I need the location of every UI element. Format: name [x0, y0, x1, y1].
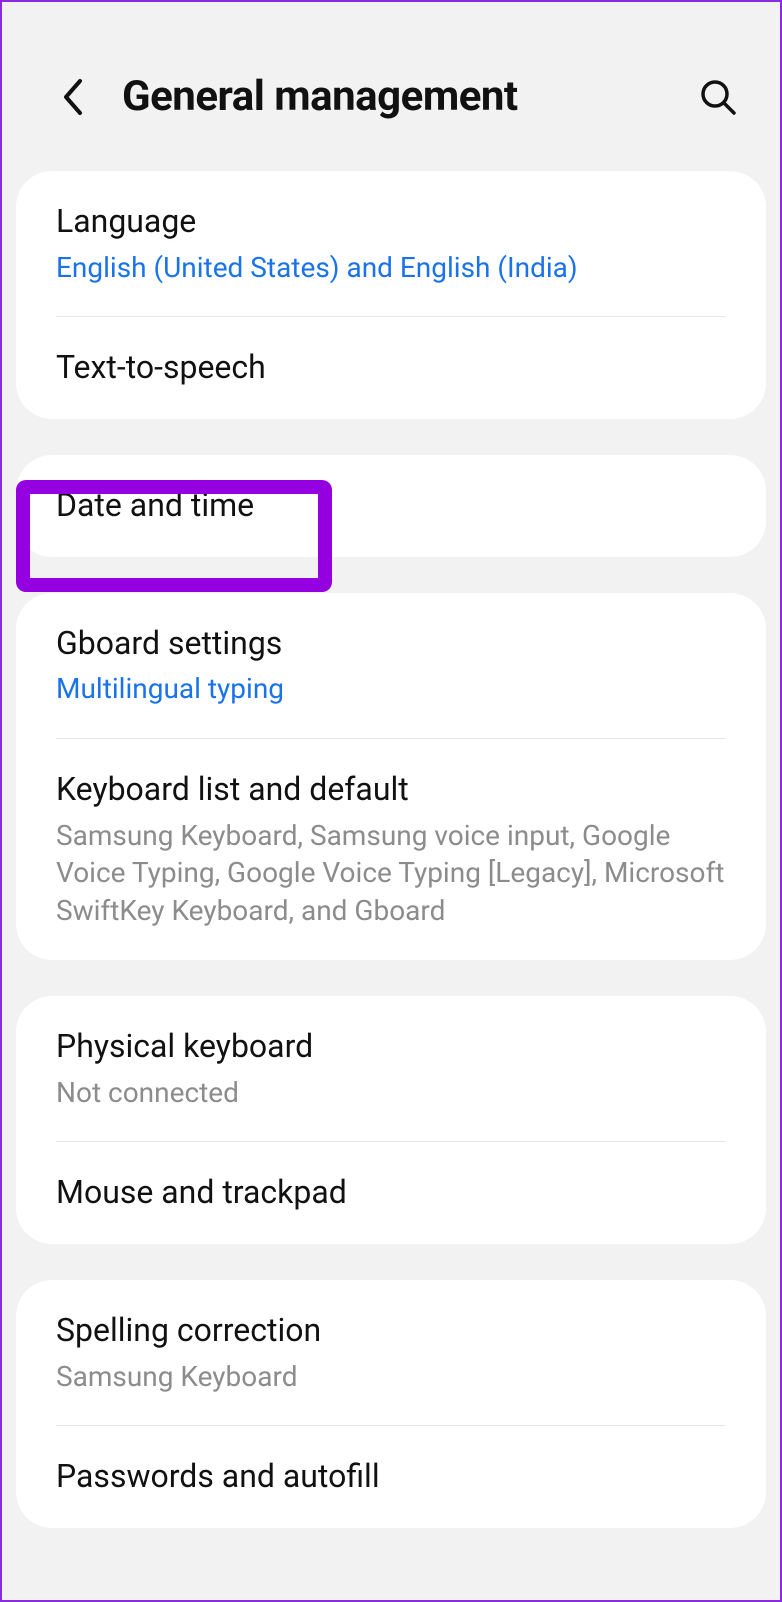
item-title: Physical keyboard — [56, 1026, 726, 1068]
search-button[interactable] — [696, 75, 740, 119]
item-subtitle: Samsung Keyboard — [56, 1358, 726, 1396]
settings-group-text-input: Spelling correction Samsung Keyboard Pas… — [16, 1280, 766, 1528]
back-button[interactable] — [52, 77, 92, 117]
settings-group-language: Language English (United States) and Eng… — [16, 171, 766, 419]
settings-group-datetime: Date and time — [16, 455, 766, 557]
item-title: Gboard settings — [56, 623, 726, 665]
item-keyboard-list-default[interactable]: Keyboard list and default Samsung Keyboa… — [16, 739, 766, 960]
item-title: Passwords and autofill — [56, 1456, 726, 1498]
item-title: Date and time — [56, 485, 726, 527]
item-spelling-correction[interactable]: Spelling correction Samsung Keyboard — [16, 1280, 766, 1425]
item-subtitle: Samsung Keyboard, Samsung voice input, G… — [56, 817, 726, 930]
item-title: Mouse and trackpad — [56, 1172, 726, 1214]
item-title: Keyboard list and default — [56, 769, 726, 811]
settings-group-keyboard: Gboard settings Multilingual typing Keyb… — [16, 593, 766, 960]
item-language[interactable]: Language English (United States) and Eng… — [16, 171, 766, 316]
item-mouse-trackpad[interactable]: Mouse and trackpad — [16, 1142, 766, 1244]
item-date-and-time[interactable]: Date and time — [16, 455, 766, 557]
search-icon — [698, 77, 738, 117]
settings-group-input-devices: Physical keyboard Not connected Mouse an… — [16, 996, 766, 1244]
item-subtitle: English (United States) and English (Ind… — [56, 249, 726, 287]
item-title: Language — [56, 201, 726, 243]
item-text-to-speech[interactable]: Text-to-speech — [16, 317, 766, 419]
item-title: Text-to-speech — [56, 347, 726, 389]
item-subtitle: Multilingual typing — [56, 670, 726, 708]
item-passwords-autofill[interactable]: Passwords and autofill — [16, 1426, 766, 1528]
item-title: Spelling correction — [56, 1310, 726, 1352]
page-title: General management — [122, 72, 666, 121]
item-physical-keyboard[interactable]: Physical keyboard Not connected — [16, 996, 766, 1141]
header: General management — [2, 2, 780, 171]
chevron-left-icon — [59, 77, 85, 117]
item-subtitle: Not connected — [56, 1074, 726, 1112]
item-gboard-settings[interactable]: Gboard settings Multilingual typing — [16, 593, 766, 738]
